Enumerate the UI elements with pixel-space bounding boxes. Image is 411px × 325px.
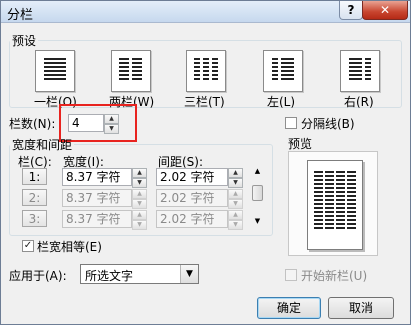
width-spacing-legend: 宽度和间距: [12, 138, 73, 152]
new-column-label: 开始新栏(U): [301, 269, 368, 283]
preset-three-columns[interactable]: [186, 50, 226, 92]
apply-to-value: 所选文字: [85, 269, 134, 283]
columns-dialog: 分栏 ? ✕ 预设 一栏(O) 两栏(W) 三栏(T) 左(L) 右(R) 栏数…: [0, 0, 411, 325]
equal-width-checkbox[interactable]: ✓: [22, 240, 34, 252]
spin-up-icon[interactable]: ▲: [228, 168, 243, 178]
three-columns-icon: [194, 58, 218, 80]
col-number-2: 2:: [22, 189, 47, 206]
presets-legend: 预设: [12, 34, 37, 48]
spacing-spinner-1[interactable]: ▲ ▼: [228, 168, 243, 188]
scroll-up-icon[interactable]: ▲: [250, 165, 265, 177]
spin-up-icon: ▲: [228, 210, 243, 220]
apply-to-label: 应用于(A):: [9, 269, 67, 283]
spin-up-icon: ▲: [132, 189, 147, 199]
spin-down-icon[interactable]: ▼: [228, 178, 243, 188]
window-title: 分栏: [7, 8, 34, 23]
spin-up-icon[interactable]: ▲: [132, 168, 147, 178]
spacing-input-1[interactable]: 2.02 字符: [156, 168, 228, 186]
preset-three-columns-label: 三栏(T): [184, 95, 225, 109]
width-spinner-3: ▲ ▼: [132, 210, 147, 230]
preview-page: [307, 160, 363, 250]
spacing-spinner-3: ▲ ▼: [228, 210, 243, 230]
preset-two-columns[interactable]: [111, 50, 151, 92]
title-bar: 分栏 ? ✕: [1, 1, 410, 23]
preset-left[interactable]: [263, 50, 303, 92]
spacing-spinner-2: ▲ ▼: [228, 189, 243, 209]
separator-checkbox[interactable]: [285, 117, 297, 129]
spin-down-icon: ▼: [228, 220, 243, 230]
columns-scrollbar[interactable]: ▲ ▼: [250, 165, 265, 229]
width-input-1[interactable]: 8.37 字符: [62, 168, 132, 186]
close-button[interactable]: ✕: [362, 1, 408, 20]
preset-right[interactable]: [340, 50, 380, 92]
apply-to-select[interactable]: 所选文字 ▼: [80, 264, 199, 284]
spacing-input-2: 2.02 字符: [156, 189, 228, 207]
left-columns-icon: [272, 58, 294, 80]
width-spinner-1[interactable]: ▲ ▼: [132, 168, 147, 188]
equal-width-label: 栏宽相等(E): [37, 240, 102, 254]
scroll-down-icon[interactable]: ▼: [250, 215, 265, 227]
spin-down-icon[interactable]: ▼: [132, 178, 147, 188]
col-number-1: 1:: [22, 168, 47, 185]
right-columns-icon: [349, 58, 371, 80]
one-column-icon: [44, 58, 66, 80]
width-input-2: 8.37 字符: [62, 189, 132, 207]
spin-down-icon: ▼: [132, 199, 147, 209]
preset-right-label: 右(R): [344, 95, 374, 109]
preview-columns-icon: [314, 171, 356, 229]
ok-button[interactable]: 确定: [257, 297, 321, 319]
width-input-3: 8.37 字符: [62, 210, 132, 228]
dropdown-arrow-icon[interactable]: ▼: [180, 265, 198, 283]
separator-label: 分隔线(B): [301, 117, 355, 131]
cancel-button[interactable]: 取消: [328, 297, 394, 319]
width-spinner-2: ▲ ▼: [132, 189, 147, 209]
preset-one-column[interactable]: [35, 50, 75, 92]
preview-label: 预览: [288, 137, 313, 151]
spin-up-icon: ▲: [228, 189, 243, 199]
columns-count-label: 栏数(N):: [9, 117, 56, 131]
spin-down-icon: ▼: [228, 199, 243, 209]
spin-down-icon: ▼: [132, 220, 147, 230]
check-icon: ✓: [23, 240, 33, 251]
two-columns-icon: [119, 58, 142, 80]
preview-area: [288, 151, 378, 256]
new-column-checkbox: [285, 269, 297, 281]
spin-up-icon: ▲: [132, 210, 147, 220]
spacing-input-3: 2.02 字符: [156, 210, 228, 228]
scroll-thumb[interactable]: [252, 185, 263, 201]
col-number-3: 3:: [22, 210, 47, 227]
preset-left-label: 左(L): [267, 95, 296, 109]
help-button[interactable]: ?: [339, 1, 363, 20]
